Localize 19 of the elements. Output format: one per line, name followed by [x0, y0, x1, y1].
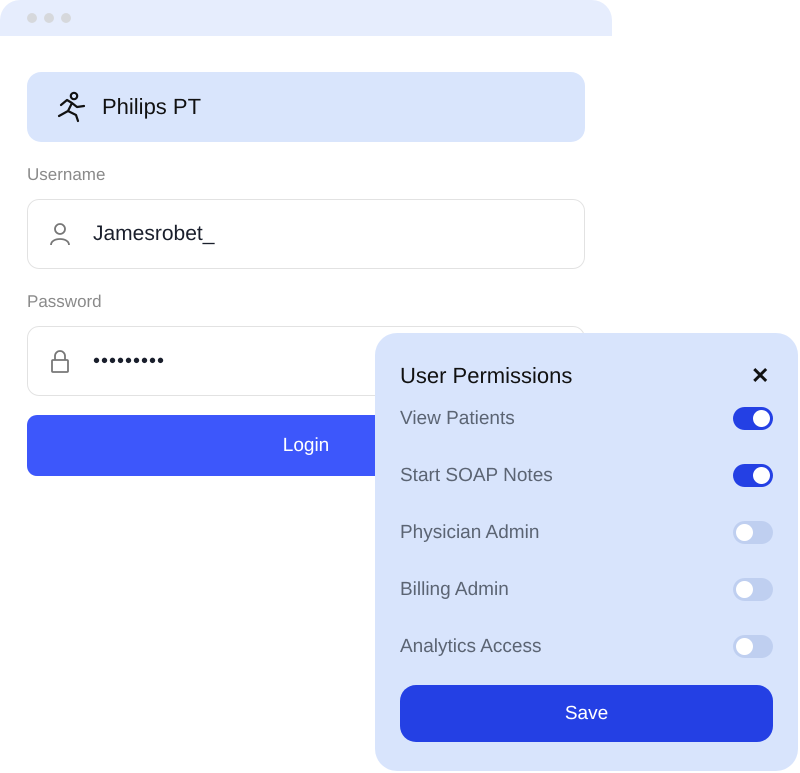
toggle-switch[interactable] [733, 464, 773, 487]
field-label: Username [27, 165, 106, 185]
permission-label: Analytics Access [400, 636, 542, 658]
window-dot-icon [44, 13, 54, 23]
toggle-switch[interactable] [733, 407, 773, 430]
window-dot-icon [61, 13, 71, 23]
permission-label: Physician Admin [400, 522, 540, 544]
brand-name: Philips PT [102, 94, 202, 120]
close-button[interactable]: ✕ [747, 363, 773, 389]
running-person-icon [56, 91, 86, 123]
permission-label: Billing Admin [400, 578, 509, 600]
toggle-switch[interactable] [733, 521, 773, 544]
username-field[interactable]: Jamesrobet_ [27, 199, 585, 269]
panel-title: User Permissions [400, 363, 572, 389]
window-dot-icon [27, 13, 37, 23]
field-label: Password [27, 292, 103, 312]
toggle-switch[interactable] [733, 578, 773, 601]
save-button[interactable]: Save [400, 685, 773, 742]
toggle-switch[interactable] [733, 635, 773, 658]
